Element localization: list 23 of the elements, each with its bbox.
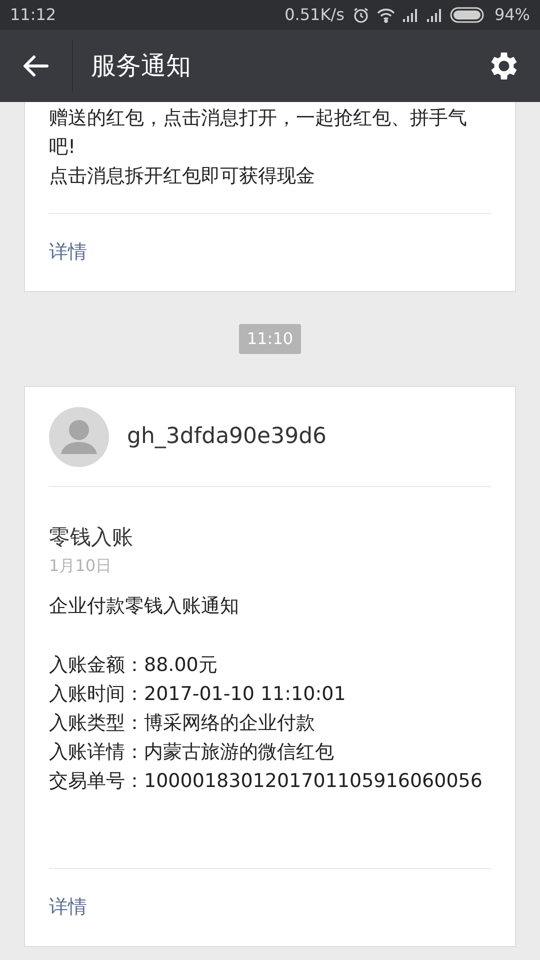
message-line: 入账类型：博采网络的企业付款 xyxy=(49,711,316,736)
status-time: 11:12 xyxy=(10,4,56,26)
message-date: 1月10日 xyxy=(49,555,113,577)
message-line: 点击消息拆开红包即可获得现金 xyxy=(49,164,316,189)
battery-icon xyxy=(450,7,486,23)
message-line: 入账时间：2017-01-10 11:10:01 xyxy=(49,682,347,707)
message-title: 零钱入账 xyxy=(49,524,134,551)
header-title: 服务通知 xyxy=(91,50,192,82)
message-timestamp: 11:10 xyxy=(238,324,302,354)
details-link[interactable]: 详情 xyxy=(49,238,87,267)
message-line: 交易单号：1000018301201701105916060056 xyxy=(49,769,484,794)
alarm-icon xyxy=(352,6,370,24)
back-arrow-icon xyxy=(23,55,49,77)
message-line: 赠送的红包，点击消息打开，一起抢红包、拼手气吧! xyxy=(49,106,468,160)
message-line: 入账金额：88.00元 xyxy=(49,653,218,678)
message-summary: 企业付款零钱入账通知 xyxy=(49,594,240,619)
message-line: 入账详情：内蒙古旅游的微信红包 xyxy=(49,740,335,765)
battery-percent: 94% xyxy=(494,4,530,26)
details-link[interactable]: 详情 xyxy=(49,893,87,922)
network-speed: 0.51K/s xyxy=(284,4,344,26)
sender-name: gh_3dfda90e39d6 xyxy=(127,423,327,451)
wifi-icon xyxy=(376,7,396,23)
avatar-icon xyxy=(49,406,109,466)
